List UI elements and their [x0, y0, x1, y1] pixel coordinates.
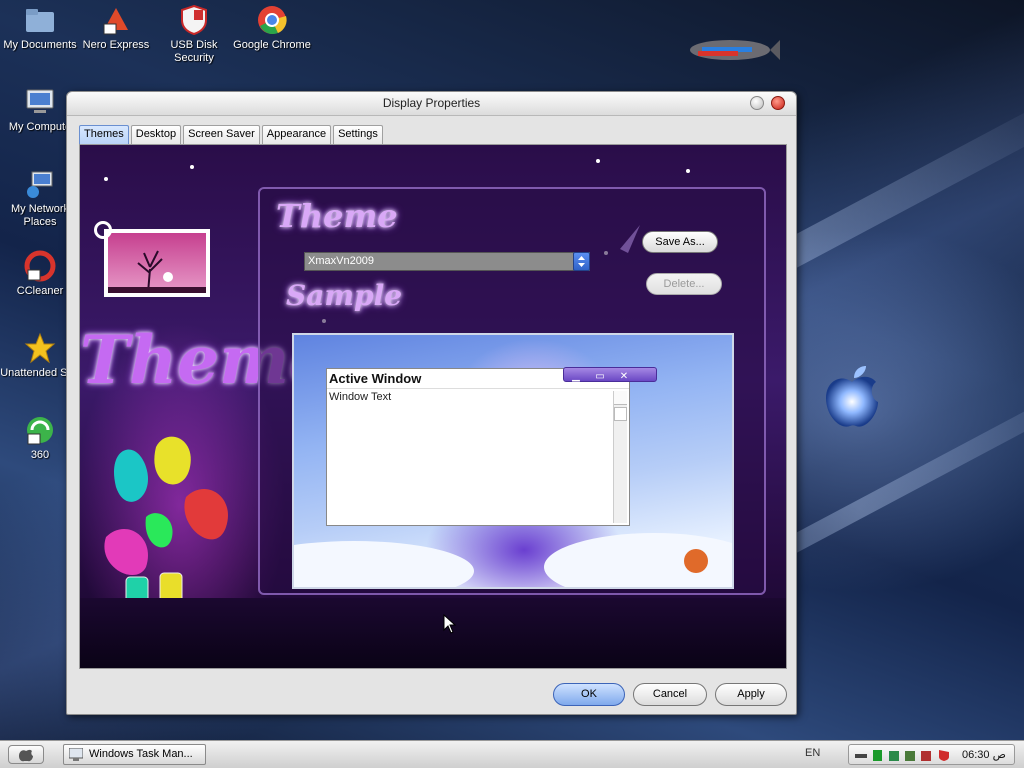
chrome-icon: [258, 6, 287, 35]
window-title: Display Properties: [382, 96, 481, 110]
taskbar-task-label: Windows Task Man...: [89, 748, 193, 760]
sample-heading: Sample: [286, 279, 403, 312]
tab-strip: Themes Desktop Screen Saver Appearance S…: [79, 125, 385, 145]
tab-settings[interactable]: Settings: [333, 125, 383, 144]
sample-minimize-icon: ▁: [572, 371, 580, 382]
desktop-icon-label: 360: [30, 449, 50, 461]
folder-icon: [26, 9, 54, 32]
ring-decoration: [94, 221, 112, 239]
shield-tray-icon: [939, 750, 949, 761]
theme-select-value: XmaxVn2009: [308, 255, 375, 267]
save-as-button[interactable]: Save As...: [642, 231, 718, 253]
tray-app-icon: [889, 751, 899, 761]
desktop-icon-my-documents[interactable]: My Documents: [0, 4, 80, 52]
updown-chevron-icon: [578, 256, 585, 267]
theme-select[interactable]: XmaxVn2009: [304, 252, 590, 271]
sample-window-controls: ▁ ▭ ✕: [563, 367, 657, 382]
desktop-icon-label: My Compute: [8, 121, 72, 133]
theme-preview-photo: [104, 229, 210, 297]
desktop-icon-label: My Documents: [3, 39, 77, 51]
360-icon: [27, 417, 53, 445]
desktop-icon-label: USB Disk Security: [170, 39, 218, 64]
cancel-button[interactable]: Cancel: [633, 683, 707, 706]
scroll-up-arrow-icon: [614, 391, 627, 405]
tab-appearance[interactable]: Appearance: [261, 125, 332, 144]
desktop-icon-nero-express[interactable]: Nero Express: [76, 4, 156, 52]
system-tray: 06:30 ص: [848, 744, 1015, 765]
apply-button[interactable]: Apply: [715, 683, 787, 706]
task-manager-icon: [69, 748, 83, 761]
shield-icon: [181, 4, 207, 36]
tab-themes[interactable]: Themes: [79, 125, 129, 144]
title-bar[interactable]: Display Properties: [67, 92, 796, 116]
sample-scrollbar: [613, 391, 627, 523]
network-icon: [27, 171, 53, 198]
delete-button[interactable]: Delete...: [646, 273, 722, 295]
tree-icon: [108, 250, 206, 294]
tab-desktop[interactable]: Desktop: [130, 125, 182, 144]
sample-window-text: Window Text: [329, 391, 392, 403]
desktop-icon-label: My Network Places: [10, 203, 70, 228]
network-tray-icon: [873, 750, 882, 761]
close-button[interactable]: [771, 96, 785, 110]
ccleaner-icon: [24, 250, 56, 282]
ok-button[interactable]: OK: [553, 683, 625, 706]
theme-sample-preview: Active Window Window Text ▁ ▭ ✕: [292, 333, 734, 589]
usb-icon: [855, 754, 867, 758]
language-indicator[interactable]: EN: [805, 747, 820, 759]
tab-screen-saver[interactable]: Screen Saver: [183, 125, 260, 144]
theme-heading: Theme: [276, 197, 398, 235]
start-button[interactable]: [8, 745, 44, 764]
themes-panel: Themes Theme Sample XmaxVn2009 Save As..…: [79, 144, 787, 669]
clock[interactable]: 06:30 ص: [962, 748, 1006, 761]
dropdown-arrow-icon[interactable]: [573, 252, 590, 271]
desktop-icon-usb-disk-security[interactable]: USB Disk Security: [154, 4, 234, 65]
apple-start-icon: [19, 749, 33, 762]
desktop-icon-label: Google Chrome: [233, 39, 311, 51]
nero-icon: [103, 8, 128, 35]
apple-logo-icon: [826, 366, 878, 427]
silhouette-ground: [80, 598, 786, 668]
fish-decoration: [690, 40, 780, 60]
tray-app-icon: [921, 751, 931, 761]
tray-icons: [855, 750, 949, 761]
taskbar: Windows Task Man... EN 06:30 ص: [0, 740, 1024, 768]
sample-maximize-icon: ▭: [595, 371, 605, 382]
sample-active-window: Active Window Window Text ▁ ▭ ✕: [326, 367, 657, 526]
display-properties-window: Display Properties Themes Desktop Screen…: [66, 91, 797, 715]
taskbar-task-manager-button[interactable]: Windows Task Man...: [63, 744, 206, 765]
star-icon: [24, 332, 56, 364]
sample-close-icon: ✕: [619, 371, 629, 382]
minimize-button[interactable]: [750, 96, 764, 110]
computer-icon: [26, 89, 54, 113]
desktop-icon-label: CCleaner: [16, 285, 64, 297]
scroll-thumb: [614, 407, 627, 421]
mouse-cursor-icon: [443, 614, 457, 634]
desktop-icon-label: Nero Express: [82, 39, 150, 51]
desktop-icon-google-chrome[interactable]: Google Chrome: [232, 4, 312, 52]
tray-app-icon: [905, 751, 915, 761]
